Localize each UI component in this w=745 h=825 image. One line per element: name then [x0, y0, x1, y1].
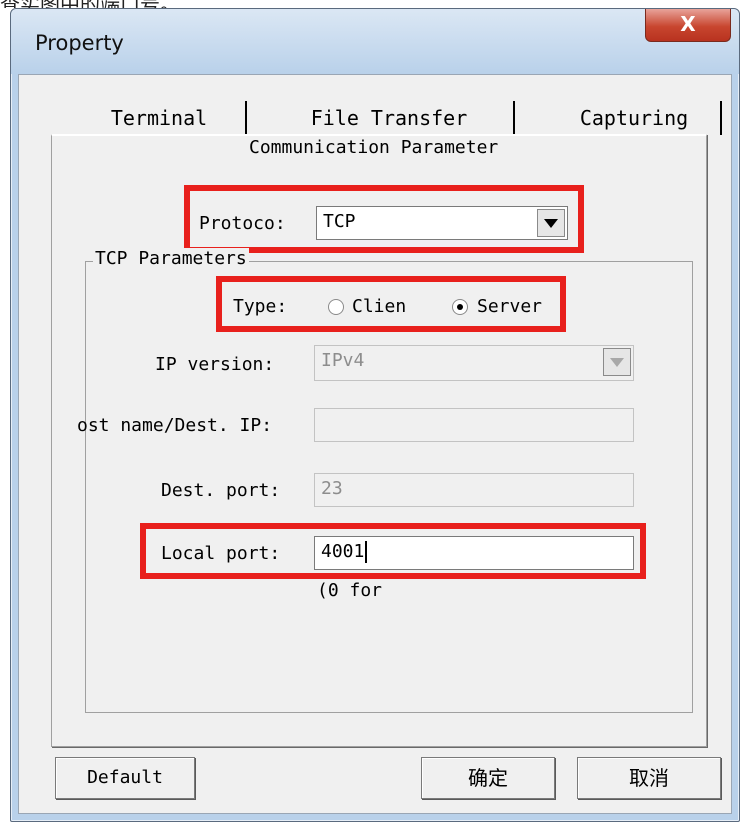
dialog-body: Terminal File Transfer Capturing Communi… — [18, 74, 732, 814]
tab-terminal[interactable]: Terminal — [79, 101, 239, 135]
property-dialog: Property X Terminal File Transfer Captur… — [10, 8, 740, 822]
dest-port-value: 23 — [321, 478, 343, 499]
close-icon: X — [680, 12, 696, 36]
ip-version-value: IPv4 — [321, 350, 365, 371]
tab-separator — [245, 101, 247, 135]
default-button[interactable]: Default — [55, 757, 195, 799]
highlight-box — [216, 276, 566, 332]
ok-button[interactable]: 确定 — [421, 757, 555, 799]
dest-port-label: Dest. port: — [161, 480, 281, 501]
dialog-title: Property — [35, 31, 124, 55]
title-bar: Property X — [11, 9, 739, 74]
ip-version-label: IP version: — [155, 354, 275, 375]
tab-capturing[interactable]: Capturing — [559, 101, 709, 135]
dest-port-input[interactable]: 23 — [314, 473, 634, 507]
dest-ip-label: ost name/Dest. IP: — [77, 415, 273, 436]
group-title: TCP Parameters — [93, 248, 249, 269]
page-caption: 查实图中的端口号。 — [0, 0, 260, 8]
panel-heading: Communication Parameter — [249, 137, 499, 158]
ip-version-select[interactable]: IPv4 — [314, 345, 634, 381]
tab-separator — [720, 101, 722, 135]
chevron-down-icon[interactable] — [603, 348, 631, 376]
cancel-button[interactable]: 取消 — [577, 757, 721, 799]
dest-ip-input[interactable] — [314, 408, 634, 442]
highlight-box — [140, 523, 646, 579]
highlight-box — [184, 185, 584, 253]
tab-separator — [513, 101, 515, 135]
close-button[interactable]: X — [645, 9, 731, 42]
local-port-hint: (0 for — [317, 580, 383, 601]
tab-file-transfer[interactable]: File Transfer — [279, 101, 499, 135]
